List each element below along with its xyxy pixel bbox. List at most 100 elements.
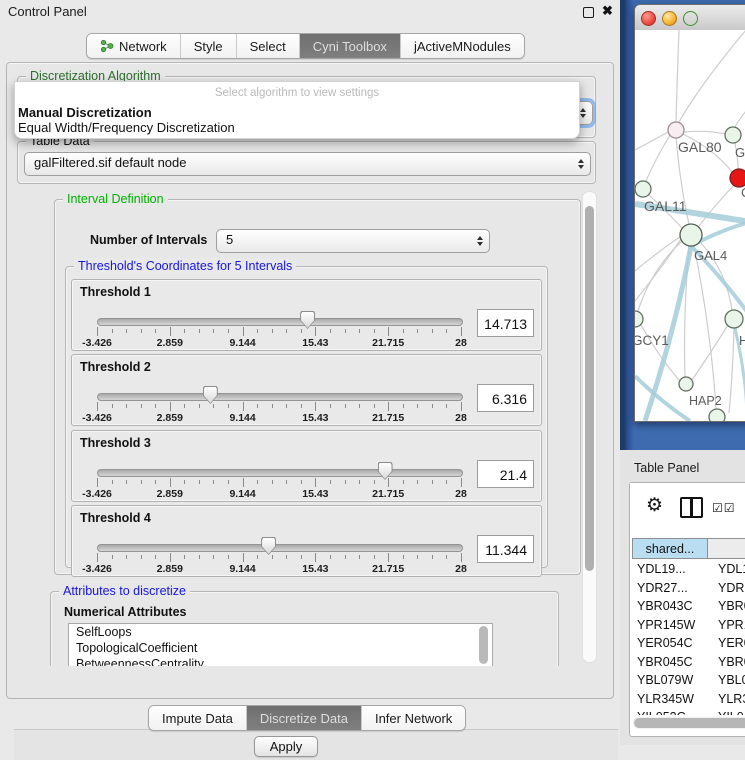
float-window-icon[interactable] (583, 7, 594, 18)
table-data-combo[interactable]: galFiltered.sif default node (24, 152, 591, 176)
list-item[interactable]: SelfLoops (69, 624, 492, 640)
node-label: GAL4 (694, 248, 727, 263)
column-header-shared-name[interactable]: shared... (632, 538, 708, 559)
node-green-ne[interactable] (725, 127, 741, 143)
settings-viewport: Interval Definition Number of Intervals … (11, 185, 585, 666)
table-row[interactable]: YIL052CYIL0 (632, 708, 745, 715)
combo-stepper-icon (471, 230, 489, 252)
table-header: shared... n (632, 538, 745, 559)
node-h[interactable] (725, 310, 743, 328)
popup-hint: Select algorithm to view settings (15, 87, 579, 99)
threshold-value-field[interactable]: 21.4 (477, 460, 534, 488)
slider-ticks (97, 553, 461, 562)
table-row[interactable]: YDL19...YDL1 (632, 560, 745, 579)
table-data-group: Table Data galFiltered.sif default node (17, 141, 596, 184)
tab-style[interactable]: Style (181, 34, 237, 58)
threshold-label: Threshold 3 (80, 436, 151, 450)
minimize-traffic-light-icon[interactable] (662, 11, 677, 26)
table-row[interactable]: YBL079WYBL0 (632, 671, 745, 690)
threshold-panel: Threshold 2 -3.4262.8599.14415.4321.7152… (71, 354, 542, 426)
tab-label: Network (119, 39, 167, 54)
network-window-titlebar[interactable] (635, 5, 745, 31)
slider-tick-labels: -3.4262.8599.14415.4321.71528 (97, 412, 461, 423)
node-bottom[interactable] (709, 409, 725, 421)
intervals-label: Number of Intervals (90, 233, 207, 247)
zoom-traffic-light-icon[interactable] (683, 11, 698, 26)
network-desktop-area: GAL80GCGAL11GAL4GCY1HHAP2 (620, 0, 745, 450)
thresholds-group: Threshold's Coordinates for 5 Intervals … (65, 266, 548, 568)
numerical-attributes-list[interactable]: SelfLoopsTopologicalCoefficientBetweenne… (68, 623, 493, 666)
tab-discretize-data[interactable]: Discretize Data (247, 706, 362, 730)
table-row[interactable]: YLR345WYLR3 (632, 690, 745, 709)
intervals-combo[interactable]: 5 (216, 229, 490, 253)
settings-scrollbar-track[interactable] (582, 191, 597, 663)
node-table-panel: ⚙ ☑☑ shared... n YDL19...YDL1YDR27...YDR… (629, 482, 745, 737)
table-row[interactable]: YBR045CYBR0 (632, 653, 745, 672)
tab-cyni-toolbox[interactable]: Cyni Toolbox (300, 34, 401, 58)
threshold-value-field[interactable]: 6.316 (477, 384, 534, 412)
node-table-body: YDL19...YDL1YDR27...YDR2YBR043CYBR0YPR14… (632, 560, 745, 715)
slider-track[interactable] (97, 544, 463, 552)
threshold-panel: Threshold 3 -3.4262.8599.14415.4321.7152… (71, 430, 542, 502)
list-item[interactable]: TopologicalCoefficient (69, 640, 492, 656)
panel-title: Control Panel (8, 4, 87, 19)
tab-network[interactable]: Network (87, 34, 181, 58)
slider-ticks (97, 478, 461, 487)
node-label: GCY1 (635, 333, 669, 348)
network-canvas-svg: GAL80GCGAL11GAL4GCY1HHAP2 (635, 30, 745, 421)
node-gal4[interactable] (680, 224, 702, 246)
close-icon[interactable]: ✖ (602, 3, 613, 19)
threshold-label: Threshold 2 (80, 360, 151, 374)
algorithm-dropdown-popup: Select algorithm to view settings Manual… (14, 81, 580, 139)
slider-track[interactable] (97, 469, 463, 477)
network-window: GAL80GCGAL11GAL4GCY1HHAP2 (634, 4, 745, 422)
threshold-label: Threshold 1 (80, 285, 151, 299)
tab-select[interactable]: Select (237, 34, 300, 58)
slider-track[interactable] (97, 318, 463, 326)
table-panel-region: Table Panel ⚙ ☑☑ shared... n YDL19...YDL… (620, 450, 745, 745)
node-gcy1[interactable] (635, 311, 643, 327)
slider-track[interactable] (97, 393, 463, 401)
group-title: Interval Definition (63, 191, 168, 207)
node-label: C (741, 185, 745, 200)
tab-label: jActiveMNodules (414, 39, 511, 54)
attributes-group: Attributes to discretize Numerical Attri… (50, 591, 559, 666)
node-pink[interactable] (668, 122, 684, 138)
combo-value: 5 (226, 230, 233, 250)
cyni-mode-tabs: Impute Data Discretize Data Infer Networ… (148, 705, 466, 731)
table-hscrollbar-thumb[interactable] (634, 718, 745, 728)
combo-stepper-icon (572, 153, 590, 175)
table-hscrollbar-track[interactable] (633, 717, 745, 729)
table-row[interactable]: YPR145WYPR1 (632, 616, 745, 635)
tab-impute-data[interactable]: Impute Data (149, 706, 247, 730)
tab-infer-network[interactable]: Infer Network (362, 706, 465, 730)
node-gal11[interactable] (635, 181, 651, 197)
apply-button[interactable]: Apply (254, 736, 318, 757)
table-row[interactable]: YDR27...YDR2 (632, 579, 745, 598)
control-panel-tabs: Network Style Select Cyni Toolbox jActiv… (86, 33, 525, 59)
node-label: H (739, 333, 745, 348)
checkbox-icon[interactable]: ☑☑ (712, 501, 736, 515)
split-view-icon[interactable] (680, 497, 703, 518)
threshold-value-field[interactable]: 14.713 (477, 309, 534, 337)
threshold-value-field[interactable]: 11.344 (477, 535, 534, 563)
gear-icon[interactable]: ⚙ (646, 494, 663, 517)
network-canvas[interactable]: GAL80GCGAL11GAL4GCY1HHAP2 (635, 30, 745, 421)
table-panel-title: Table Panel (634, 461, 699, 475)
node-label: HAP2 (689, 394, 722, 408)
popup-option-equal-width[interactable]: Equal Width/Frequency Discretization (18, 120, 576, 135)
combo-value: galFiltered.sif default node (34, 153, 186, 173)
node-hap2[interactable] (679, 377, 693, 391)
table-row[interactable]: YBR043CYBR0 (632, 597, 745, 616)
popup-option-manual[interactable]: Manual Discretization (18, 105, 576, 120)
table-row[interactable]: YER054CYER0 (632, 634, 745, 653)
close-traffic-light-icon[interactable] (641, 11, 656, 26)
column-header-name[interactable]: n (707, 538, 745, 559)
table-toolbar: ⚙ ☑☑ (630, 483, 745, 533)
settings-scrollbar-thumb[interactable] (585, 206, 594, 571)
list-scrollbar[interactable] (479, 626, 488, 664)
group-title: Attributes to discretize (59, 583, 190, 599)
control-panel-titlebar: Control Panel ✖ (0, 0, 620, 24)
tab-jactivemnodules[interactable]: jActiveMNodules (401, 34, 524, 58)
list-item[interactable]: BetweennessCentrality (69, 656, 492, 666)
